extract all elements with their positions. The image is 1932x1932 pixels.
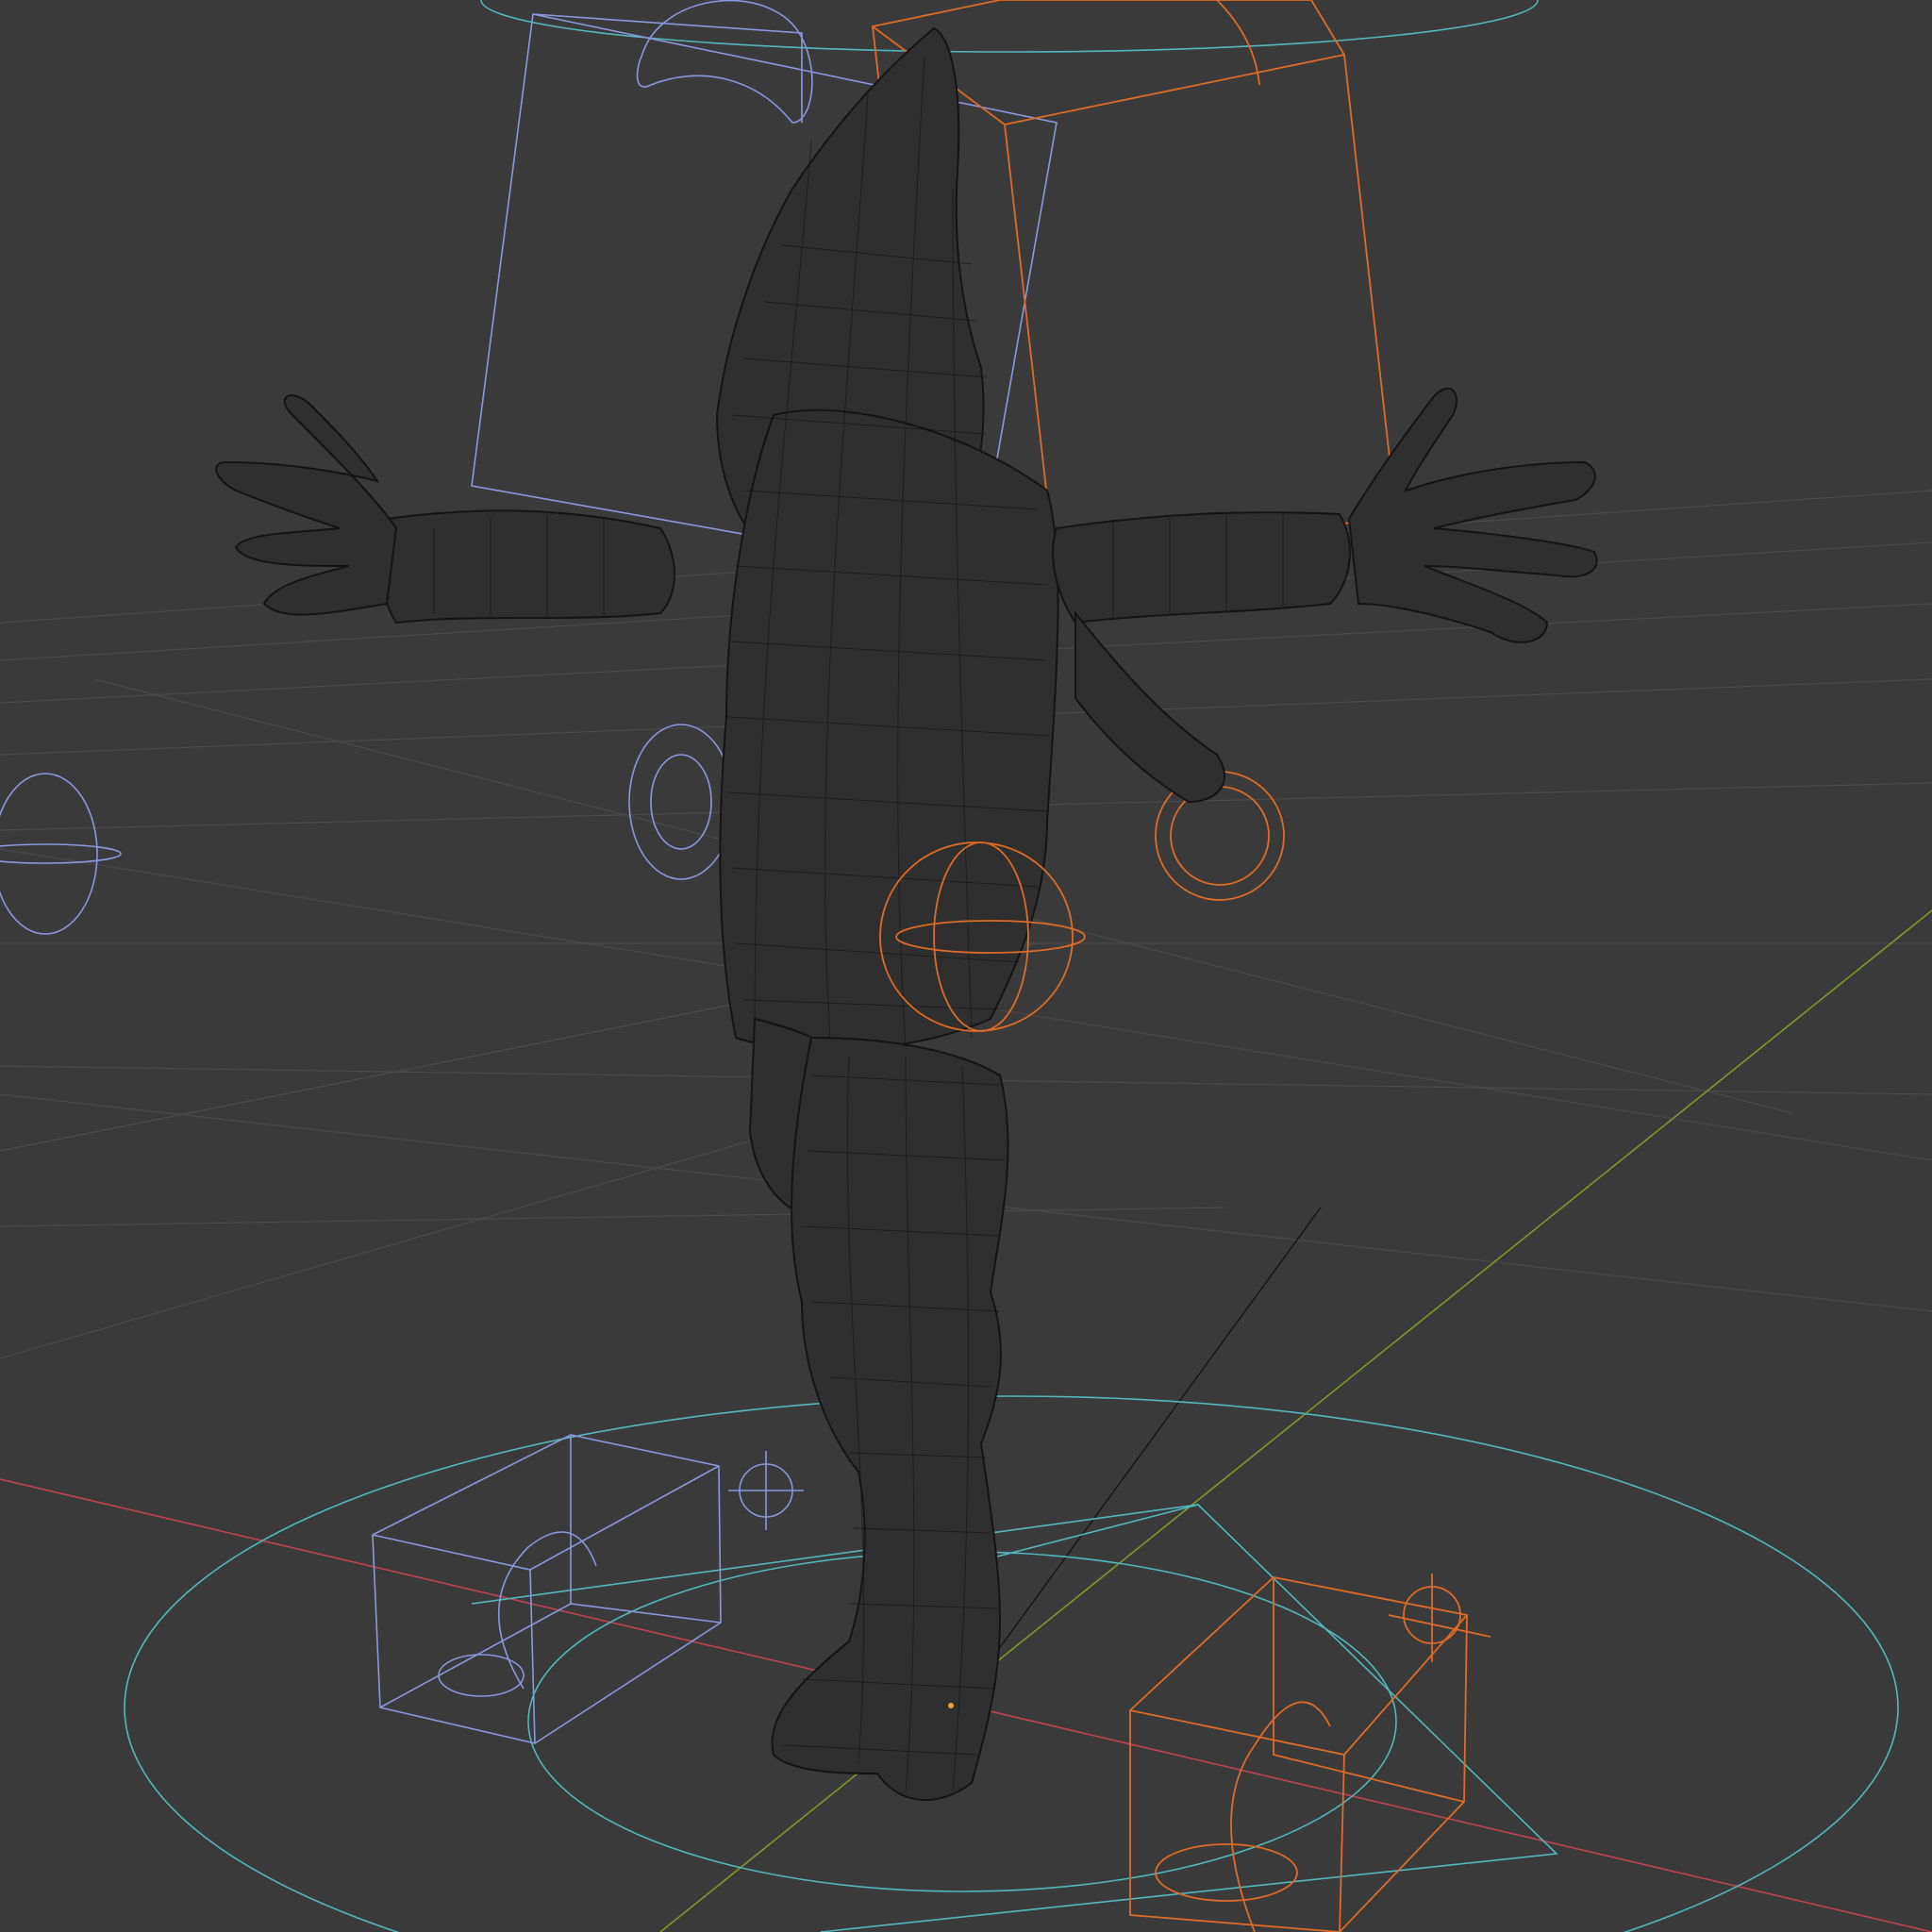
right-ik-foot-control[interactable] [1129, 1576, 1468, 1932]
right-pole-marker[interactable] [1388, 1574, 1491, 1662]
left-hand-ring-control[interactable] [628, 724, 734, 880]
left-ik-foot-control[interactable] [372, 1434, 722, 1744]
left-pole-marker[interactable] [728, 1451, 804, 1530]
scene-canvas[interactable] [0, 0, 1932, 1932]
character-mesh[interactable] [215, 26, 1598, 1802]
3d-viewport[interactable] [0, 0, 1932, 1932]
ik-line [990, 1207, 1322, 1661]
pole-target-sphere[interactable] [0, 773, 122, 935]
origin-point [948, 1703, 954, 1708]
